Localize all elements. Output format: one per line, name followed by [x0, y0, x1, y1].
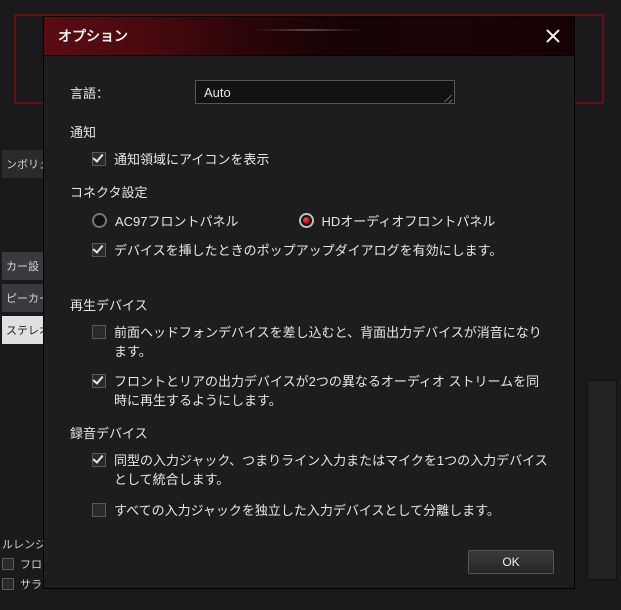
checkbox-mute-rear-on-front-headphone[interactable]: 前面ヘッドフォンデバイスを差し込むと、背面出力デバイスが消音になります。 [92, 324, 550, 362]
checkbox-icon [92, 325, 106, 339]
checkbox-label: デバイスを挿したときのポップアップダイアログを有効にします。 [114, 242, 502, 261]
options-dialog: オプション 言語： Auto 通知 通知領域にアイコンを表示 コネクタ設定 [43, 16, 575, 589]
checkbox-front-rear-independent-streams[interactable]: フロントとリアの出力デバイスが2つの異なるオーディオ ストリームを同時に再生する… [92, 373, 550, 411]
front-panel-radio-group: AC97フロントパネル HDオーディオフロントパネル [92, 211, 550, 230]
background-tab: カー設 [2, 252, 44, 280]
radio-label: HDオーディオフロントパネル [322, 211, 496, 230]
section-title-notification: 通知 [70, 122, 550, 141]
checkbox-label: 通知領域にアイコンを表示 [114, 151, 269, 170]
checkbox-icon [92, 453, 106, 467]
radio-hd-audio-front-panel[interactable]: HDオーディオフロントパネル [299, 211, 496, 230]
background-tab: ピーカー [2, 284, 44, 312]
radio-ac97-front-panel[interactable]: AC97フロントパネル [92, 211, 239, 230]
language-row: 言語： Auto [70, 80, 550, 104]
checkbox-split-all-inputs[interactable]: すべての入力ジャックを独立した入力デバイスとして分離します。 [92, 502, 550, 521]
ok-button-label: OK [502, 555, 519, 569]
ok-button[interactable]: OK [468, 550, 554, 574]
radio-label: AC97フロントパネル [115, 211, 239, 230]
dialog-title-bar: オプション [44, 17, 574, 55]
checkbox-icon [92, 503, 106, 517]
radio-icon [299, 213, 314, 228]
radio-icon [92, 213, 107, 228]
checkbox-show-tray-icon[interactable]: 通知領域にアイコンを表示 [92, 151, 550, 170]
language-value: Auto [204, 85, 231, 100]
checkbox-merge-same-type-inputs[interactable]: 同型の入力ジャック、つまりライン入力またはマイクを1つの入力デバイスとして統合し… [92, 452, 550, 490]
section-title-connector: コネクタ設定 [70, 182, 550, 201]
checkbox-icon [92, 374, 106, 388]
section-title-playback: 再生デバイス [70, 295, 550, 314]
background-left-column: ンボリュ カー設 ピーカー ステレオ [0, 150, 44, 344]
section-title-recording: 録音デバイス [70, 423, 550, 442]
checkbox-icon [92, 243, 106, 257]
language-label: 言語： [70, 83, 195, 102]
checkbox-enable-jack-popup[interactable]: デバイスを挿したときのポップアップダイアログを有効にします。 [92, 242, 550, 261]
dialog-body: 言語： Auto 通知 通知領域にアイコンを表示 コネクタ設定 AC97フロント… [44, 55, 574, 588]
close-icon [546, 29, 560, 43]
checkbox-icon [92, 152, 106, 166]
checkbox-label: 前面ヘッドフォンデバイスを差し込むと、背面出力デバイスが消音になります。 [114, 324, 550, 362]
checkbox-label: フロントとリアの出力デバイスが2つの異なるオーディオ ストリームを同時に再生する… [114, 373, 550, 411]
background-tab: ンボリュ [2, 150, 44, 178]
checkbox-label: すべての入力ジャックを独立した入力デバイスとして分離します。 [114, 502, 500, 521]
checkbox-label: 同型の入力ジャック、つまりライン入力またはマイクを1つの入力デバイスとして統合し… [114, 452, 550, 490]
close-button[interactable] [542, 25, 564, 47]
resize-grip-icon [442, 92, 452, 102]
background-tab-selected: ステレオ [2, 316, 44, 344]
title-bar-gleam [254, 29, 364, 31]
dialog-title: オプション [58, 26, 128, 46]
background-right-panel [587, 380, 617, 580]
language-select[interactable]: Auto [195, 80, 455, 104]
